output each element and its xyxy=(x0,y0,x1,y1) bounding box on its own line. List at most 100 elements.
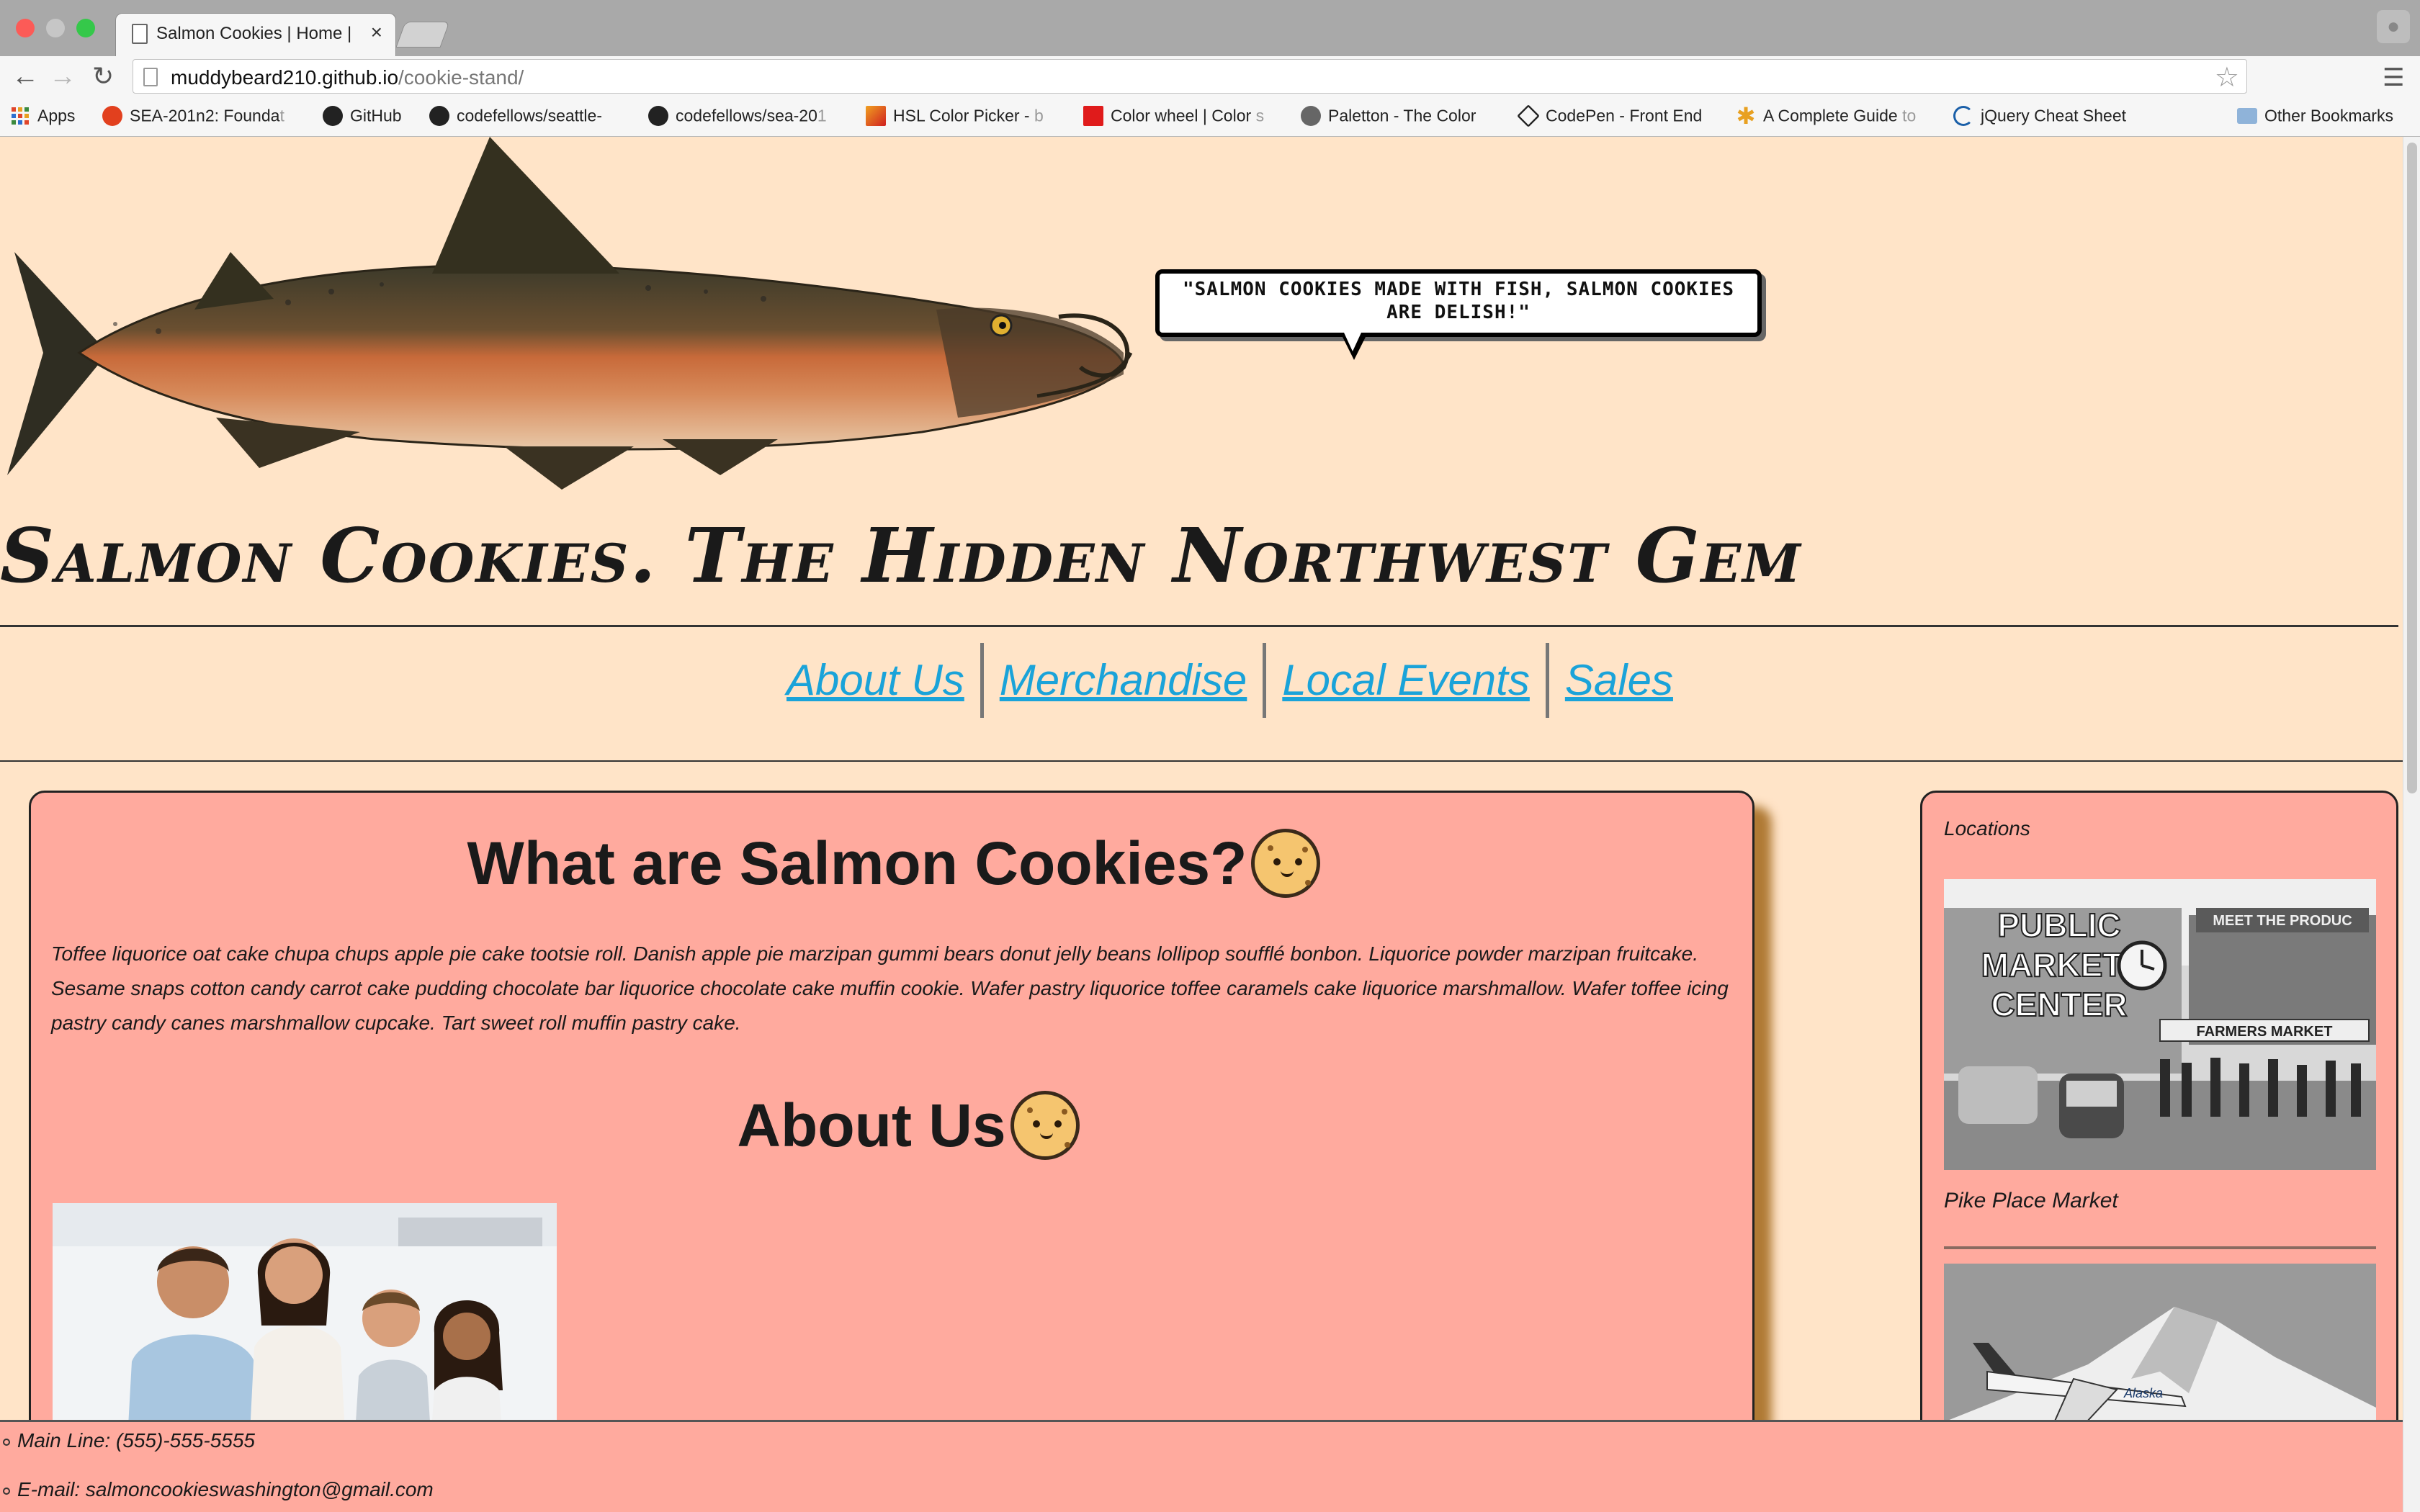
new-tab-button[interactable] xyxy=(395,22,450,48)
bookmark-label: codefellows/sea-20 xyxy=(676,106,817,125)
bookmark-label: jQuery Cheat Sheet xyxy=(1981,106,2127,125)
bookmark-apps[interactable]: Apps xyxy=(10,105,75,128)
github-icon xyxy=(323,105,343,126)
profile-icon[interactable]: ● xyxy=(2377,10,2410,43)
page-viewport: "SALMON COOKIES MADE WITH FISH, SALMON C… xyxy=(0,137,2403,1512)
main-content-card: What are Salmon Cookies? Toffee liquoric… xyxy=(29,791,1754,1512)
nav-link-sales[interactable]: Sales xyxy=(1549,644,1689,716)
paletton-icon xyxy=(1301,105,1321,126)
pike-place-caption: Pike Place Market xyxy=(1944,1189,2118,1212)
salmon-illustration xyxy=(7,137,1133,490)
bookmark-star-icon[interactable]: ☆ xyxy=(2215,61,2239,94)
heading-text: About Us xyxy=(737,1092,1006,1159)
bookmark-color-wheel[interactable]: Color wheel | Color s xyxy=(1083,105,1264,128)
cookie-icon xyxy=(1010,1091,1080,1160)
address-bar[interactable]: muddybeard210.github.io/cookie-stand/ ☆ xyxy=(133,59,2247,94)
browser-toolbar: ← → ↻ muddybeard210.github.io/cookie-sta… xyxy=(0,56,2420,96)
github-icon xyxy=(648,105,668,126)
folder-icon xyxy=(2237,107,2257,124)
public-sign-text: PUBLIC xyxy=(1997,906,2120,944)
site-title: Salmon Cookies. The Hidden Northwest Gem xyxy=(0,511,1802,600)
bookmark-sea-201n2[interactable]: SEA-201n2: Foundat xyxy=(102,105,284,128)
bullet-icon xyxy=(3,1487,10,1495)
jquery-icon xyxy=(1953,105,1973,126)
browser-tab-active[interactable]: Salmon Cookies | Home | × xyxy=(115,13,396,58)
url-text[interactable]: muddybeard210.github.io/cookie-stand/ xyxy=(171,66,524,89)
bookmark-label: codefellows/seattle- xyxy=(457,106,602,125)
css-tricks-icon: ✱ xyxy=(1736,102,1756,129)
minimize-window-button[interactable] xyxy=(46,19,65,37)
locations-title: Locations xyxy=(1944,817,2030,840)
location-divider xyxy=(1944,1246,2376,1249)
farmers-market-sign: FARMERS MARKET xyxy=(2197,1024,2333,1040)
header-divider xyxy=(0,625,2398,627)
zoom-window-button[interactable] xyxy=(76,19,95,37)
bookmark-label: SEA-201n2: Founda xyxy=(130,106,280,125)
bookmark-paletton[interactable]: Paletton - The Color xyxy=(1301,105,1476,128)
canvas-icon xyxy=(102,105,122,126)
nav-divider xyxy=(0,760,2403,762)
reload-icon[interactable]: ↻ xyxy=(92,60,114,92)
what-are-salmon-cookies-heading: What are Salmon Cookies? xyxy=(31,829,1757,899)
back-arrow-icon[interactable]: ← xyxy=(12,60,39,92)
hamburger-menu-icon[interactable]: ☰ xyxy=(2383,63,2404,92)
about-us-heading: About Us xyxy=(31,1091,1757,1161)
intro-paragraph: Toffee liquorice oat cake chupa chups ap… xyxy=(51,942,1729,1034)
page-favicon-icon xyxy=(132,24,148,44)
speech-bubble: "SALMON COOKIES MADE WITH FISH, SALMON C… xyxy=(1155,269,1762,337)
url-host: muddybeard210.github.io xyxy=(171,66,399,89)
bookmark-label: GitHub xyxy=(350,106,402,125)
pike-place-market-photo: MEET THE PRODUC PUBLIC MARKET CENTER FAR… xyxy=(1944,879,2376,1170)
bookmark-hsl-color-picker[interactable]: HSL Color Picker - b xyxy=(866,105,1044,128)
nav-link-merchandise[interactable]: Merchandise xyxy=(984,644,1263,716)
page-icon xyxy=(143,68,158,86)
bookmark-complete-guide[interactable]: ✱ A Complete Guide to xyxy=(1736,102,1917,129)
close-window-button[interactable] xyxy=(16,19,35,37)
page-scrollbar[interactable] xyxy=(2403,137,2420,1512)
contact-email: E-mail: salmoncookieswashington@gmail.co… xyxy=(0,1478,434,1501)
apps-grid-icon xyxy=(12,107,29,125)
cookie-icon xyxy=(1251,829,1321,898)
nav-link-local-events[interactable]: Local Events xyxy=(1266,644,1546,716)
bookmark-label: HSL Color Picker - xyxy=(893,106,1034,125)
scrollbar-thumb[interactable] xyxy=(2407,143,2417,793)
bookmark-label: Color wheel | Color xyxy=(1111,106,1256,125)
contact-main-line: Main Line: (555)-555-5555 xyxy=(0,1429,255,1452)
heading-text: What are Salmon Cookies? xyxy=(467,829,1247,897)
bullet-icon xyxy=(3,1438,10,1446)
bookmark-label: Paletton - The Color xyxy=(1328,106,1476,125)
other-bookmarks[interactable]: Other Bookmarks xyxy=(2237,105,2393,128)
email-text[interactable]: E-mail: salmoncookieswashington@gmail.co… xyxy=(17,1478,434,1500)
github-icon xyxy=(429,105,449,126)
center-sign-text: CENTER xyxy=(1991,986,2127,1023)
bookmarks-bar: Apps SEA-201n2: Foundat GitHub codefello… xyxy=(0,96,2420,137)
tab-close-icon[interactable]: × xyxy=(371,21,382,44)
color-picker-icon xyxy=(866,105,886,126)
bookmark-label: Apps xyxy=(37,106,76,125)
bookmark-codefellows-sea[interactable]: codefellows/sea-201 xyxy=(648,105,827,128)
bookmark-label-fade: s xyxy=(1255,106,1265,125)
main-nav: About Us Merchandise Local Events Sales xyxy=(771,641,1689,720)
bookmark-jquery[interactable]: jQuery Cheat Sheet xyxy=(1953,105,2126,128)
bookmark-label-fade: to xyxy=(1902,106,1917,125)
bookmark-label-fade: b xyxy=(1034,106,1044,125)
codepen-icon xyxy=(1517,104,1540,127)
main-line-text: Main Line: (555)-555-5555 xyxy=(17,1429,255,1452)
bookmark-label: Other Bookmarks xyxy=(2264,106,2393,125)
tab-title: Salmon Cookies | Home | xyxy=(156,24,352,43)
bookmark-label: CodePen - Front End xyxy=(1546,106,1703,125)
forward-arrow-icon[interactable]: → xyxy=(49,60,76,92)
bookmark-codepen[interactable]: CodePen - Front End xyxy=(1517,104,1703,128)
nav-link-about-us[interactable]: About Us xyxy=(771,644,980,716)
url-path: /cookie-stand/ xyxy=(398,66,524,89)
adobe-icon xyxy=(1083,105,1103,126)
bookmark-codefellows-seattle[interactable]: codefellows/seattle- xyxy=(429,105,602,128)
locations-sidebar: Locations MEET THE PRODUC PUBLIC MARKET … xyxy=(1920,791,2398,1512)
speech-bubble-tail-inner xyxy=(1344,333,1361,351)
bookmark-github[interactable]: GitHub xyxy=(323,105,402,128)
browser-chrome: Salmon Cookies | Home | × ● ← → ↻ muddyb… xyxy=(0,0,2420,137)
contact-footer: Main Line: (555)-555-5555 E-mail: salmon… xyxy=(0,1420,2403,1512)
bookmark-label-fade: t xyxy=(279,106,284,125)
market-sign-text: MARKET xyxy=(1981,946,2123,984)
meet-the-producer-sign: MEET THE PRODUC xyxy=(2213,913,2352,929)
